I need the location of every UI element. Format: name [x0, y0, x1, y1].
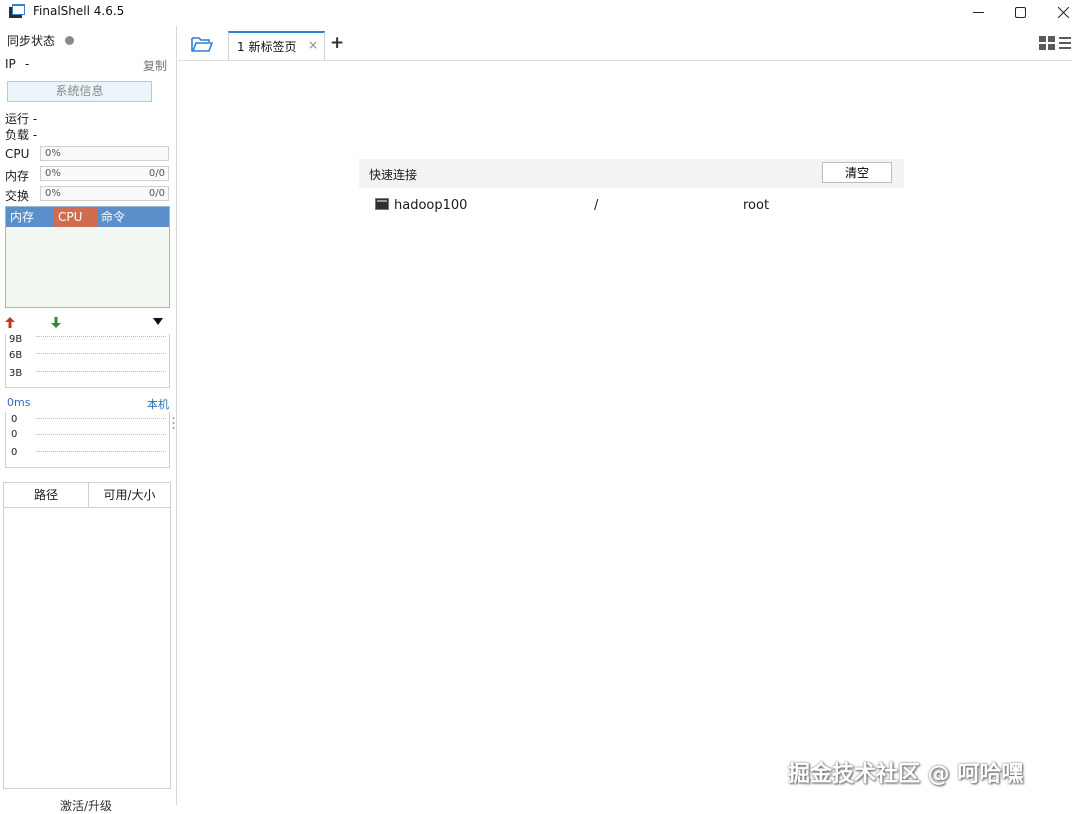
- disk-table: 路径 可用/大小: [3, 482, 171, 789]
- ping-latency: 0ms: [7, 396, 31, 409]
- network-tick-9b: 9B: [9, 334, 23, 345]
- quick-connect-title: 快速连接: [369, 168, 418, 182]
- network-interface-dropdown-icon[interactable]: [153, 318, 163, 325]
- app-title: FinalShell 4.6.5: [33, 4, 125, 18]
- tab-label: 1 新标签页: [237, 40, 297, 54]
- swap-meter-label: 交换: [5, 189, 30, 203]
- cpu-meter-label: CPU: [5, 147, 30, 161]
- terminal-icon: [375, 198, 389, 210]
- connection-user: root: [743, 198, 770, 213]
- ping-gridline: [36, 418, 166, 419]
- minimize-button[interactable]: [956, 0, 1000, 24]
- ping-tick: 0: [11, 447, 18, 458]
- ping-gridline: [36, 451, 166, 452]
- swap-meter-usage: 0/0: [148, 188, 165, 199]
- network-tick-6b: 6B: [9, 350, 23, 361]
- load-label: 负载 -: [5, 128, 38, 142]
- quick-connect-row[interactable]: hadoop100 / root: [359, 194, 904, 216]
- sidebar: 同步状态 IP - 复制 系统信息 运行 - 负载 - CPU 0% 内存 0%…: [0, 26, 177, 813]
- network-gridline: [36, 336, 166, 337]
- minimize-icon: [972, 11, 984, 13]
- close-button[interactable]: [1041, 0, 1072, 24]
- cpu-meter: 0%: [40, 146, 169, 161]
- process-list: 内存 CPU 命令: [5, 206, 170, 308]
- ping-chart: 0 0 0: [5, 412, 170, 468]
- ip-label: IP: [5, 57, 16, 71]
- uptime-label: 运行 -: [5, 112, 38, 126]
- resize-handle-icon[interactable]: [172, 416, 175, 430]
- swap-meter-percent: 0%: [45, 188, 61, 199]
- system-info-button[interactable]: 系统信息: [7, 81, 152, 102]
- memory-meter: 0% 0/0: [40, 166, 169, 181]
- network-tick-3b: 3B: [9, 368, 23, 379]
- maximize-button[interactable]: [998, 0, 1042, 24]
- sort-by-memory-tab[interactable]: 内存: [6, 207, 54, 227]
- grid-layout-icon[interactable]: [1039, 36, 1055, 50]
- ping-tick: 0: [11, 414, 18, 425]
- swap-meter: 0% 0/0: [40, 186, 169, 201]
- ping-target-link[interactable]: 本机: [147, 396, 169, 412]
- copy-ip-button[interactable]: 复制: [143, 57, 167, 74]
- connection-path: /: [594, 198, 599, 213]
- watermark: 掘金技术社区 @ 呵哈嘿: [788, 762, 1024, 787]
- memory-meter-percent: 0%: [45, 168, 61, 179]
- memory-meter-usage: 0/0: [148, 168, 165, 179]
- clear-history-button[interactable]: 清空: [822, 162, 892, 183]
- activate-upgrade-button[interactable]: 激活/升级: [60, 797, 112, 814]
- add-tab-icon[interactable]: +: [330, 33, 344, 53]
- memory-meter-label: 内存: [5, 169, 30, 183]
- open-folder-icon[interactable]: [191, 36, 213, 52]
- sync-status-label: 同步状态: [7, 34, 56, 48]
- maximize-icon: [1014, 6, 1026, 18]
- ip-value: -: [25, 57, 30, 71]
- finalshell-app-icon: [9, 4, 25, 18]
- process-list-header: 内存 CPU 命令: [6, 207, 169, 227]
- close-icon: [1057, 6, 1069, 18]
- sort-by-command-tab[interactable]: 命令: [97, 207, 169, 227]
- ping-tick: 0: [11, 429, 18, 440]
- cpu-meter-percent: 0%: [45, 148, 61, 159]
- sync-status-dot: [65, 36, 74, 45]
- ping-gridline: [36, 434, 166, 435]
- tab-new-tab[interactable]: 1 新标签页 ×: [228, 31, 325, 60]
- tab-bar: 1 新标签页 × +: [178, 26, 1072, 61]
- tab-close-icon[interactable]: ×: [308, 38, 318, 52]
- network-chart: 9B 6B 3B: [5, 334, 170, 388]
- upload-arrow-icon: [5, 317, 15, 328]
- network-gridline: [36, 371, 166, 372]
- download-arrow-icon: [51, 317, 61, 328]
- connection-name: hadoop100: [394, 198, 468, 213]
- sort-by-cpu-tab[interactable]: CPU: [54, 207, 97, 227]
- disk-column-size[interactable]: 可用/大小: [89, 483, 170, 507]
- disk-column-path[interactable]: 路径: [4, 483, 89, 507]
- network-gridline: [36, 353, 166, 354]
- list-menu-icon[interactable]: [1059, 36, 1071, 50]
- quick-connect-header: 快速连接 清空: [359, 159, 904, 188]
- title-bar: FinalShell 4.6.5: [0, 0, 1072, 24]
- disk-table-header: 路径 可用/大小: [4, 483, 170, 508]
